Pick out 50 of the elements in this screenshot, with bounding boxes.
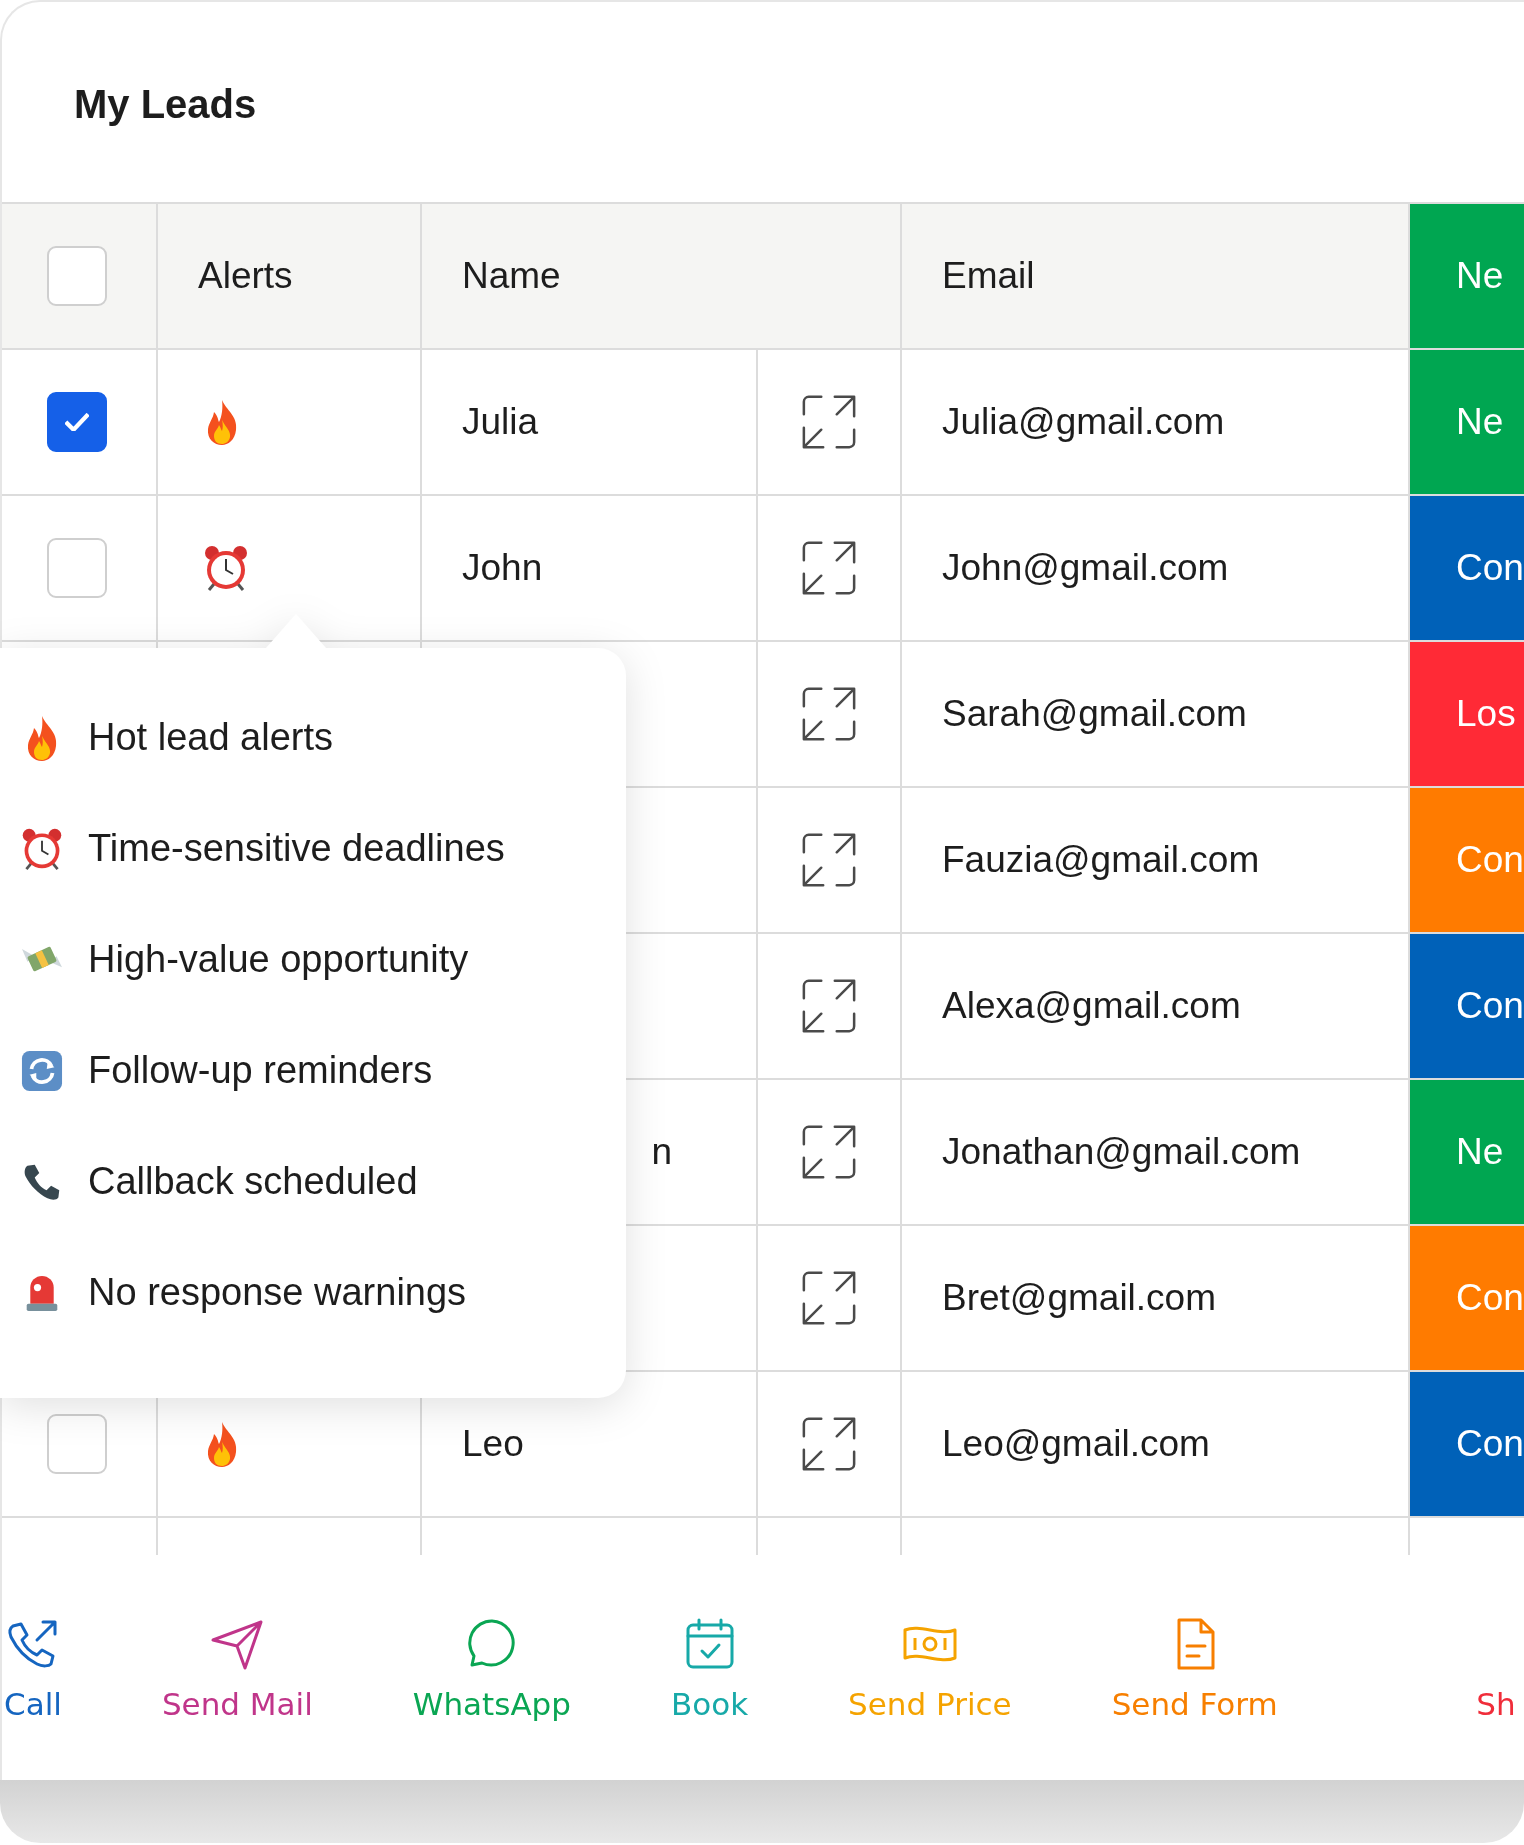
alert-type-label: Follow-up reminders (88, 1049, 433, 1092)
expand-icon[interactable] (800, 1123, 858, 1181)
action-button[interactable]: Send Form (1111, 1615, 1278, 1722)
status-cell: Con (1410, 496, 1524, 640)
status-cell: Ne (1410, 1080, 1524, 1224)
status-column-header: Ne (1410, 204, 1524, 348)
checkmark-icon (65, 413, 89, 431)
action-button[interactable]: Send Price (848, 1615, 1012, 1722)
lead-name: Julia (462, 401, 539, 443)
lead-email: Jonathan@gmail.com (942, 1131, 1301, 1173)
lead-email: Julia@gmail.com (942, 401, 1225, 443)
lead-email: Alexa@gmail.com (942, 985, 1241, 1027)
expand-icon[interactable] (800, 393, 858, 451)
expand-icon[interactable] (800, 539, 858, 597)
lead-name: John (462, 547, 543, 589)
status-cell: Ne (1410, 350, 1524, 494)
status-cell: Con (1410, 1226, 1524, 1370)
action-button[interactable]: Book (670, 1615, 749, 1722)
column-header: Name (462, 255, 561, 297)
column-header: Email (942, 255, 1035, 297)
expand-icon[interactable] (800, 977, 858, 1035)
page-title: My Leads (74, 82, 258, 127)
alert-type-label: Time-sensitive deadlines (88, 827, 505, 870)
action-button[interactable]: Sh (1468, 1615, 1524, 1722)
column-header: Alerts (198, 255, 293, 297)
expand-icon[interactable] (800, 831, 858, 889)
lead-email: John@gmail.com (942, 547, 1229, 589)
alert-type-label: Callback scheduled (88, 1160, 418, 1203)
expand-icon[interactable] (800, 685, 858, 743)
status-cell: Con (1410, 1372, 1524, 1516)
expand-icon[interactable] (800, 1415, 858, 1473)
lead-name: Leo (462, 1423, 524, 1465)
lead-email: Leo@gmail.com (942, 1423, 1210, 1465)
lead-name: n (651, 1131, 672, 1173)
select-all-checkbox[interactable] (47, 246, 107, 306)
action-button[interactable]: Call (4, 1615, 62, 1722)
lead-email: Sarah@gmail.com (942, 693, 1247, 735)
lead-email: Fauzia@gmail.com (942, 839, 1260, 881)
lead-email: Bret@gmail.com (942, 1277, 1216, 1319)
action-button[interactable]: Send Mail (161, 1615, 313, 1722)
status-cell: Con (1410, 934, 1524, 1078)
row-checkbox[interactable] (47, 392, 107, 452)
expand-icon[interactable] (800, 1269, 858, 1327)
status-cell: Con (1410, 788, 1524, 932)
alert-type-label: Hot lead alerts (88, 716, 333, 759)
action-button[interactable]: WhatsApp (412, 1615, 571, 1722)
status-cell: Los (1410, 642, 1524, 786)
alarm-clock-icon (202, 544, 250, 592)
alert-type-label: High-value opportunity (88, 938, 469, 981)
alert-type-label: No response warnings (88, 1271, 467, 1314)
